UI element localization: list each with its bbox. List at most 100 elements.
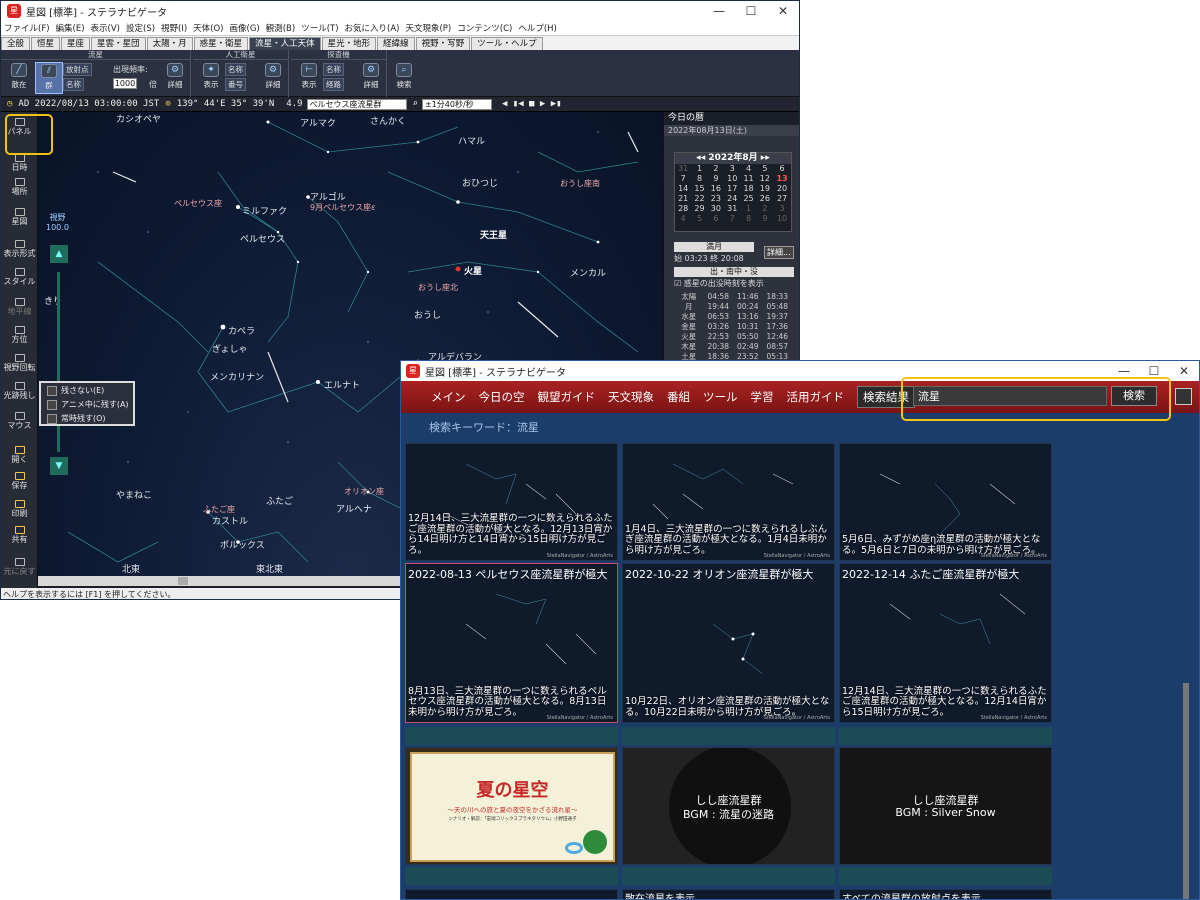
scatter-button[interactable]: ╱ 散在 xyxy=(5,62,33,94)
menu-observe[interactable]: 観測(B) xyxy=(263,22,298,34)
calendar-day[interactable]: 25 xyxy=(740,194,756,204)
next-month-icon[interactable]: ▸▸ xyxy=(758,153,770,163)
calendar-day[interactable]: 16 xyxy=(708,184,724,194)
undo-button[interactable]: 元に戻す xyxy=(1,558,38,577)
calendar-day[interactable]: 17 xyxy=(724,184,740,194)
calendar-day[interactable]: 6 xyxy=(708,214,724,224)
calendar-day[interactable]: 5 xyxy=(757,164,773,174)
result-card[interactable]: すべての流星群の放射点を表示 xyxy=(839,889,1052,899)
calendar-day[interactable]: 15 xyxy=(691,184,707,194)
open-button[interactable]: 開く xyxy=(1,446,38,465)
tab-stars[interactable]: 恒星 xyxy=(31,37,61,50)
datetime-button[interactable]: 日時 xyxy=(1,154,38,173)
calendar-day-selected[interactable]: 13 xyxy=(773,174,791,184)
save-button[interactable]: 保存 xyxy=(1,472,38,491)
calendar-day[interactable]: 12 xyxy=(757,174,773,184)
menu-fov[interactable]: 視野(I) xyxy=(158,22,190,34)
datetime-display[interactable]: AD 2022/08/13 03:00:00 JST xyxy=(18,99,159,109)
satellite-number-button[interactable]: 番号 xyxy=(225,78,246,91)
tab-meteors[interactable]: 流星・人工天体 xyxy=(249,37,321,50)
search-button[interactable]: ⌕ 検索 xyxy=(390,62,418,94)
satellite-show-button[interactable]: ✦ 表示 xyxy=(197,62,225,94)
menu-edit[interactable]: 編集(E) xyxy=(53,22,88,34)
magnitude-display[interactable]: 4.9 xyxy=(286,99,302,109)
calendar-day[interactable]: 3 xyxy=(724,164,740,174)
result-card[interactable]: 5月6日、みずがめ座η流星群の活動が極大となる。5月6日と7日の未明から明け方が… xyxy=(839,443,1052,561)
clock-icon[interactable]: ◷ xyxy=(7,99,12,109)
calendar-day[interactable]: 9 xyxy=(708,174,724,184)
menu-tools[interactable]: ツール(T) xyxy=(298,22,341,34)
tab-nebula[interactable]: 星雲・星団 xyxy=(91,37,146,50)
chart-button[interactable]: 星図 xyxy=(1,208,38,227)
trail-button[interactable]: 光跡残し xyxy=(1,382,38,401)
result-card[interactable]: 散在流星を表示 xyxy=(622,889,835,899)
result-card-selected[interactable]: 2022-08-13 ペルセウス座流星群が極大 8月13日、三大流星群の一つに数… xyxy=(405,563,618,723)
nav-usage-guide[interactable]: 活用ガイド xyxy=(787,389,845,405)
program-card-leonids-1[interactable]: しし座流星群 BGM : 流星の迷路 xyxy=(622,747,835,865)
menu-settings[interactable]: 設定(S) xyxy=(123,22,158,34)
mouse-button[interactable]: マウス xyxy=(1,412,38,431)
zoom-in-icon[interactable]: ▲ xyxy=(50,245,68,263)
menu-help[interactable]: ヘルプ(H) xyxy=(515,22,560,34)
satellite-name-button[interactable]: 名称 xyxy=(225,63,246,76)
location-button[interactable]: 場所 xyxy=(1,178,38,197)
share-button[interactable]: 共有 xyxy=(1,526,38,545)
nav-guide[interactable]: 観望ガイド xyxy=(538,389,596,405)
tab-tools-help[interactable]: ツール・ヘルプ xyxy=(471,37,543,50)
fov-rotate-button[interactable]: 視野回転 xyxy=(1,354,38,373)
coords-display[interactable]: 139° 44'E 35° 39'N xyxy=(177,99,275,109)
tab-planets[interactable]: 惑星・衛星 xyxy=(193,37,249,50)
calendar-day[interactable]: 10 xyxy=(773,214,791,224)
result-card[interactable] xyxy=(405,889,618,899)
window-mode-icon[interactable] xyxy=(1175,388,1192,405)
zoom-out-icon[interactable]: ▼ xyxy=(50,457,68,475)
rise-set-checkbox[interactable]: ☑ 惑星の出没時刻を表示 xyxy=(674,278,764,289)
direction-button[interactable]: 方位 xyxy=(1,326,38,345)
trail-menu-item-always[interactable]: 常時残す(O) xyxy=(41,412,133,425)
menu-favorites[interactable]: お気に入り(A) xyxy=(342,22,403,34)
close-icon[interactable]: ✕ xyxy=(1169,364,1199,378)
target-select[interactable]: ペルセウス座流星群 xyxy=(306,98,407,110)
calendar-day[interactable]: 23 xyxy=(708,194,724,204)
tab-grid[interactable]: 経緯線 xyxy=(377,37,415,50)
tab-constellations[interactable]: 星座 xyxy=(61,37,91,50)
trail-menu-item-none[interactable]: 残さない(E) xyxy=(41,384,133,397)
calendar-day[interactable]: 10 xyxy=(724,174,740,184)
probe-name-button[interactable]: 名称 xyxy=(323,63,344,76)
calendar-day[interactable]: 28 xyxy=(675,204,691,214)
close-icon[interactable]: ✕ xyxy=(767,4,799,18)
maximize-icon[interactable]: ☐ xyxy=(735,4,767,18)
probe-show-button[interactable]: ⊢ 表示 xyxy=(295,62,323,94)
speed-select[interactable]: ±1分40秒/秒 xyxy=(421,98,492,110)
nav-main[interactable]: メイン xyxy=(431,389,466,405)
calendar-day[interactable]: 19 xyxy=(757,184,773,194)
trail-menu-item-anim[interactable]: アニメ中に残す(A) xyxy=(41,398,133,411)
calendar-day[interactable]: 29 xyxy=(691,204,707,214)
shower-button[interactable]: ⫽ 群 xyxy=(35,62,63,94)
calendar-day[interactable]: 9 xyxy=(757,214,773,224)
calendar-day[interactable]: 4 xyxy=(675,214,691,224)
probe-orbit-button[interactable]: 経路 xyxy=(323,78,344,91)
calendar-day[interactable]: 1 xyxy=(740,204,756,214)
probe-detail-button[interactable]: ⚙ 詳細 xyxy=(357,62,385,94)
menu-objects[interactable]: 天体(O) xyxy=(190,22,226,34)
location-icon[interactable]: ⊙ xyxy=(165,99,170,109)
calendar-day[interactable]: 5 xyxy=(691,214,707,224)
prev-month-icon[interactable]: ◂◂ xyxy=(696,153,708,163)
tab-general[interactable]: 全般 xyxy=(1,37,31,50)
minimize-icon[interactable]: — xyxy=(703,4,735,18)
calendar-day[interactable]: 1 xyxy=(691,164,707,174)
result-card[interactable]: 12月14日、三大流星群の一つに数えられるふたご座流星群の活動が極大となる。12… xyxy=(405,443,618,561)
calendar-day[interactable]: 8 xyxy=(740,214,756,224)
result-card[interactable]: 2022-10-22 オリオン座流星群が極大 10月22日、オリオン座流星群の活… xyxy=(622,563,835,723)
display-mode-button[interactable]: 表示形式 xyxy=(1,240,38,259)
search-small-icon[interactable]: ⌕ xyxy=(413,99,418,109)
calendar-day[interactable]: 21 xyxy=(675,194,691,204)
radiant-button[interactable]: 放射点 xyxy=(63,63,92,76)
calendar-day[interactable]: 4 xyxy=(740,164,756,174)
nav-phenomena[interactable]: 天文現象 xyxy=(608,389,654,405)
style-button[interactable]: スタイル xyxy=(1,268,38,287)
calendar-day[interactable]: 18 xyxy=(740,184,756,194)
frequency-input[interactable]: 1000 xyxy=(113,78,137,89)
scroll-thumb[interactable] xyxy=(178,577,188,585)
